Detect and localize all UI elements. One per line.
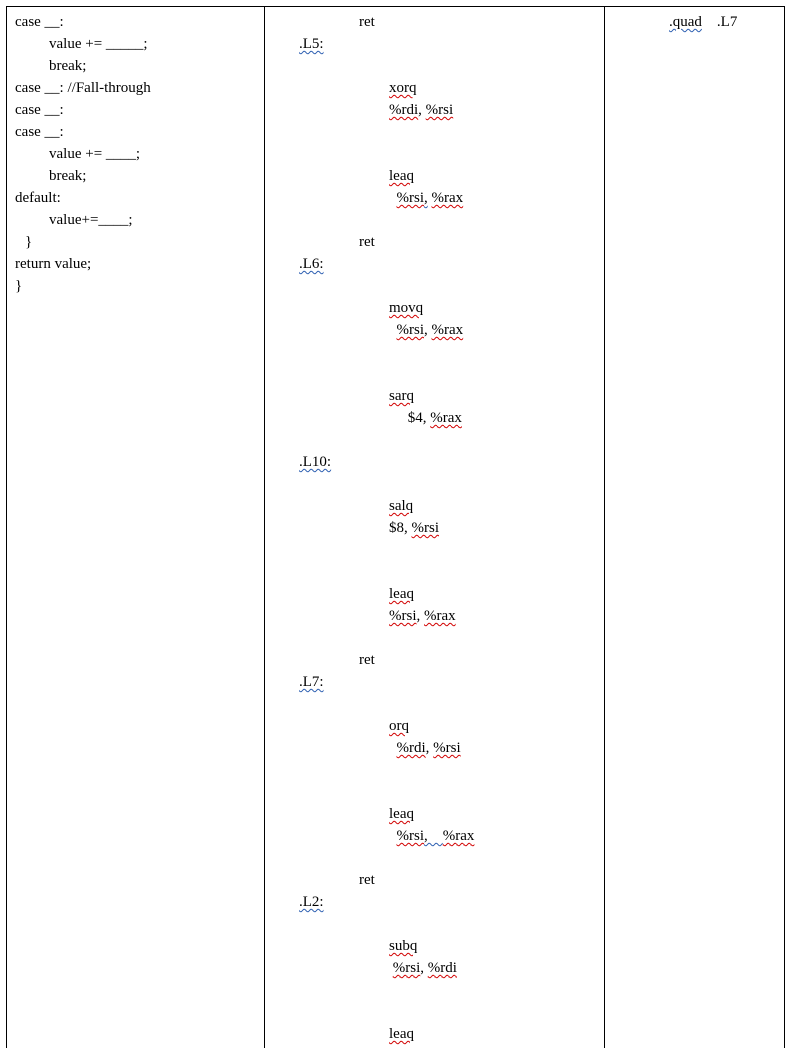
c-line: case __: [15,121,256,143]
c-line: return value; [15,253,256,275]
asm-line: subq %rsi, %rdi [273,913,596,1001]
c-line: value += ____; [15,143,256,165]
asm-label: .L7: [273,671,596,693]
code-table: case __: value += _____; break; case __:… [6,6,785,1048]
asm-line: orq %rdi, %rsi [273,693,596,781]
c-line: break; [15,55,256,77]
asm-label: .L2: [273,891,596,913]
c-line: break; [15,165,256,187]
asm-line: leaq %rsi, %rax [273,143,596,231]
c-line: default: [15,187,256,209]
asm-line: sarq $4, %rax [273,363,596,451]
c-line: case __: [15,99,256,121]
asm-line: ret [273,231,596,253]
asm-line: ret [273,11,596,33]
c-line: case __: //Fall-through [15,77,256,99]
c-line: value+=____; [15,209,256,231]
asm-line: xorq %rdi, %rsi [273,55,596,143]
c-line: } [15,231,256,253]
asm-cell: ret .L5: xorq %rdi, %rsi leaq %rsi, %rax… [265,7,605,1048]
asm-line: ret [273,649,596,671]
c-line: } [15,275,256,297]
quad-entry: .quad .L7 [613,11,776,33]
asm-label: .L5: [273,33,596,55]
asm-label: .L10: [273,451,596,473]
asm-line: leaq %rsi, %rax [273,781,596,869]
c-line: case __: [15,11,256,33]
asm-label: .L6: [273,253,596,275]
c-line: value += _____; [15,33,256,55]
asm-line: salq $8, %rsi [273,473,596,561]
right-cell: .quad .L7 [605,7,785,1048]
asm-line: leaq %rdi, %rax [273,1001,596,1048]
asm-line: leaq %rsi, %rax [273,561,596,649]
asm-line: ret [273,869,596,891]
asm-line: movq %rsi, %rax [273,275,596,363]
c-code-cell: case __: value += _____; break; case __:… [7,7,265,1048]
